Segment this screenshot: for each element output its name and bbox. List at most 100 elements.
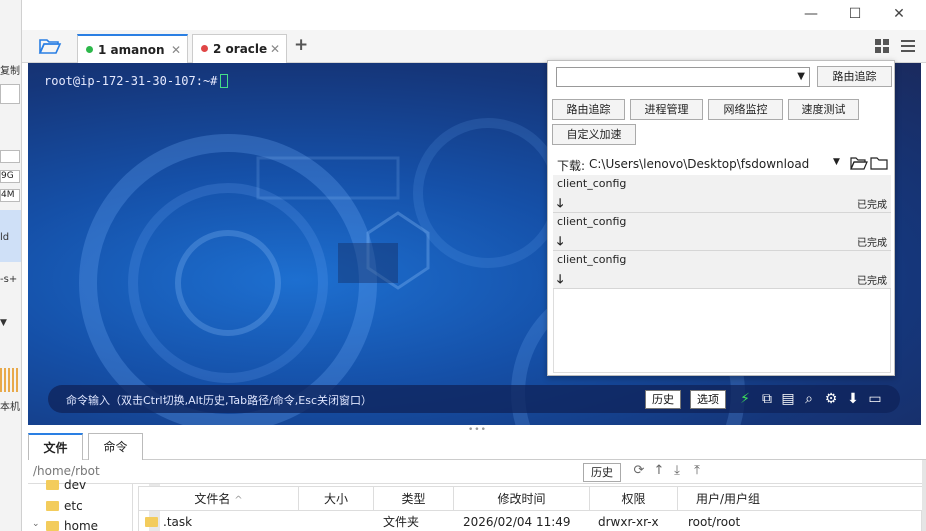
window-icon[interactable]: ▭ <box>866 389 884 409</box>
path-history-button[interactable]: 历史 <box>583 463 621 482</box>
download-arrow-icon: 🡓 <box>557 234 564 248</box>
bottom-tab-bar: 文件 命令 <box>28 432 926 460</box>
file-type-cell: 文件夹 <box>383 515 420 529</box>
directory-tree: dev etc ⌄ home <box>28 478 160 531</box>
tree-item[interactable]: dev <box>46 478 86 492</box>
left-panel-box[interactable] <box>0 84 20 104</box>
left-panel-field[interactable] <box>0 150 20 163</box>
column-header-size[interactable]: 大小 <box>299 487 374 511</box>
tab-label: 1 amanon <box>98 43 165 57</box>
route-trace-button[interactable]: 路由追踪 <box>817 66 892 87</box>
custom-acceleration-button[interactable]: 自定义加速 <box>552 124 636 145</box>
file-owner-cell: root/root <box>688 515 741 529</box>
mini-chart <box>0 368 20 392</box>
lightning-icon[interactable]: ⚡ <box>736 389 754 409</box>
download-label: 下载: <box>557 159 586 173</box>
file-list: 文件名 ^ 大小 类型 修改时间 权限 用户/用户组 .task 文件夹 202… <box>138 486 922 531</box>
chevron-down-icon[interactable]: ⌄ <box>32 519 40 529</box>
file-name-cell: .task <box>145 513 192 531</box>
file-perm-cell: drwxr-xr-x <box>598 515 659 529</box>
download-icon[interactable]: ⤓ <box>668 462 686 480</box>
download-path[interactable]: C:\Users\lenovo\Desktop\fsdownload <box>589 157 809 171</box>
tab-commands[interactable]: 命令 <box>88 433 143 460</box>
tab-session-2[interactable]: 2 oracle ✕ <box>192 34 287 63</box>
left-panel-selected-item[interactable]: ld <box>0 210 21 262</box>
upload-icon[interactable]: ⤒ <box>688 462 706 480</box>
left-panel-text: -s+ <box>0 274 18 285</box>
close-tab-icon[interactable]: ✕ <box>171 36 181 64</box>
download-status: 已完成 <box>857 200 887 211</box>
folder-icon <box>46 521 59 531</box>
network-monitor-button[interactable]: 网络监控 <box>708 99 783 120</box>
close-button[interactable]: ✕ <box>888 4 910 24</box>
folder-icon <box>46 501 59 511</box>
process-manager-button[interactable]: 进程管理 <box>630 99 703 120</box>
tree-item[interactable]: ⌄ home <box>32 519 98 531</box>
file-mtime-cell: 2026/02/04 11:49 <box>463 515 571 529</box>
chevron-down-icon[interactable]: ▼ <box>0 318 7 328</box>
download-status: 已完成 <box>857 238 887 249</box>
command-input-hint: 命令输入（双击Ctrl切换,Alt历史,Tab路径/命令,Esc关闭窗口） <box>66 394 373 407</box>
search-icon[interactable]: ⌕ <box>800 389 818 409</box>
minimize-button[interactable]: — <box>800 4 822 24</box>
file-list-scrollbar[interactable] <box>922 460 926 531</box>
download-item[interactable]: client_config 🡓 已完成 <box>553 175 891 213</box>
download-file-name: client_config <box>557 215 627 228</box>
left-side-panel: 复制 9G 4M ld -s+ ▼ 本机 <box>0 0 22 531</box>
paste-icon[interactable]: ▤ <box>779 389 797 409</box>
column-header-name[interactable]: 文件名 ^ <box>139 487 299 511</box>
column-header-permissions[interactable]: 权限 <box>590 487 678 511</box>
tab-files[interactable]: 文件 <box>28 433 83 460</box>
copy-icon[interactable]: ⧉ <box>758 389 776 409</box>
folder-icon <box>46 480 59 490</box>
download-arrow-icon[interactable]: ⬇ <box>844 389 862 409</box>
chevron-down-icon[interactable]: ▼ <box>833 157 840 167</box>
download-arrow-icon: 🡓 <box>557 196 564 210</box>
close-tab-icon[interactable]: ✕ <box>270 35 280 63</box>
gear-icon[interactable]: ⚙ <box>822 389 840 409</box>
column-header-owner[interactable]: 用户/用户组 <box>678 487 922 511</box>
options-button[interactable]: 选项 <box>690 390 726 409</box>
terminal-prompt: root@ip-172-31-30-107:~# <box>44 74 218 88</box>
column-header-modified[interactable]: 修改时间 <box>454 487 590 511</box>
grid-view-icon[interactable] <box>874 38 890 54</box>
up-directory-icon[interactable]: ↑ <box>650 462 668 480</box>
history-button[interactable]: 历史 <box>645 390 681 409</box>
menu-icon[interactable] <box>900 38 916 54</box>
open-folder-icon[interactable] <box>38 36 62 56</box>
download-item[interactable]: client_config 🡓 已完成 <box>553 213 891 251</box>
chevron-down-icon[interactable]: ▼ <box>797 68 805 86</box>
download-file-name: client_config <box>557 177 627 190</box>
download-list-empty-area <box>553 289 891 373</box>
terminal-prompt-line: root@ip-172-31-30-107:~# <box>44 74 229 88</box>
left-panel-text: 本机 <box>0 402 20 413</box>
table-row[interactable]: .task 文件夹 2026/02/04 11:49 drwxr-xr-x ro… <box>139 512 922 531</box>
left-panel-text: 复制 <box>0 66 20 77</box>
add-tab-button[interactable]: + <box>294 35 308 55</box>
left-panel-field: 4M <box>0 189 20 202</box>
sort-asc-icon: ^ <box>234 495 243 506</box>
open-folder-icon[interactable] <box>850 155 868 171</box>
folder-icon[interactable] <box>870 155 888 171</box>
trace-target-select[interactable]: ▼ <box>556 67 810 87</box>
session-tab-bar: 1 amanon ✕ 2 oracle ✕ + <box>22 30 926 63</box>
status-dot <box>201 45 208 52</box>
download-file-name: client_config <box>557 253 627 266</box>
route-trace-tool-button[interactable]: 路由追踪 <box>552 99 625 120</box>
file-path-bar: /home/rbot 历史 ⟳ ↑ ⤓ ⤒ <box>28 460 922 484</box>
current-path[interactable]: /home/rbot <box>33 464 100 478</box>
tools-popup: ▼ 路由追踪 路由追踪 进程管理 网络监控 速度测试 自定义加速 下载: C:\… <box>547 60 895 376</box>
tab-label: 2 oracle <box>213 42 268 56</box>
download-arrow-icon: 🡓 <box>557 272 564 286</box>
column-header-type[interactable]: 类型 <box>374 487 454 511</box>
tab-session-1[interactable]: 1 amanon ✕ <box>77 34 188 63</box>
refresh-icon[interactable]: ⟳ <box>630 462 648 480</box>
folder-icon <box>145 517 158 527</box>
download-item[interactable]: client_config 🡓 已完成 <box>553 251 891 289</box>
tree-item[interactable]: etc <box>46 499 83 513</box>
download-status: 已完成 <box>857 276 887 287</box>
maximize-button[interactable]: ☐ <box>844 4 866 24</box>
speed-test-button[interactable]: 速度测试 <box>788 99 859 120</box>
terminal-cursor <box>220 74 229 88</box>
command-input-bar[interactable]: 命令输入（双击Ctrl切换,Alt历史,Tab路径/命令,Esc关闭窗口） 历史… <box>48 385 900 413</box>
